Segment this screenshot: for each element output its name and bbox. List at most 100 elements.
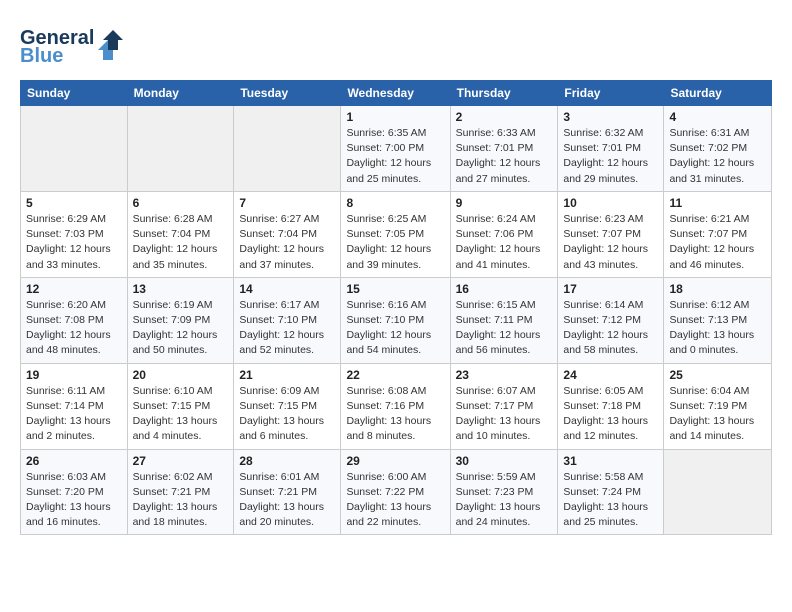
day-cell: 6Sunrise: 6:28 AM Sunset: 7:04 PM Daylig… xyxy=(127,191,234,277)
day-cell xyxy=(21,106,128,192)
day-info: Sunrise: 6:15 AM Sunset: 7:11 PM Dayligh… xyxy=(456,298,553,359)
day-info: Sunrise: 6:20 AM Sunset: 7:08 PM Dayligh… xyxy=(26,298,122,359)
calendar-table: SundayMondayTuesdayWednesdayThursdayFrid… xyxy=(20,80,772,535)
day-cell: 9Sunrise: 6:24 AM Sunset: 7:06 PM Daylig… xyxy=(450,191,558,277)
day-number: 12 xyxy=(26,282,122,296)
day-number: 18 xyxy=(669,282,766,296)
day-cell: 23 Sunrise: 6:07 AM Sunset: 7:17 PM Dayli… xyxy=(450,363,558,449)
weekday-tuesday: Tuesday xyxy=(234,81,341,106)
day-cell: 19 Sunrise: 6:11 AM Sunset: 7:14 PM Dayli… xyxy=(21,363,128,449)
day-number: 17 xyxy=(563,282,658,296)
day-number: 11 xyxy=(669,196,766,210)
day-cell: 11 Sunrise: 6:21 AM Sunset: 7:07 PM Dayli… xyxy=(664,191,772,277)
day-cell: 3Sunrise: 6:32 AM Sunset: 7:01 PM Daylig… xyxy=(558,106,664,192)
day-info: Sunrise: 6:33 AM Sunset: 7:01 PM Dayligh… xyxy=(456,126,553,187)
day-info: Sunrise: 6:28 AM Sunset: 7:04 PM Dayligh… xyxy=(133,212,229,273)
weekday-friday: Friday xyxy=(558,81,664,106)
week-row-5: 26 Sunrise: 6:03 AM Sunset: 7:20 PM Dayli… xyxy=(21,449,772,535)
day-cell: 5 Sunrise: 6:29 AM Sunset: 7:03 PM Daylig… xyxy=(21,191,128,277)
day-info: Sunrise: 6:12 AM Sunset: 7:13 PM Dayligh… xyxy=(669,298,766,359)
day-cell: 14Sunrise: 6:17 AM Sunset: 7:10 PM Dayli… xyxy=(234,277,341,363)
day-info: Sunrise: 6:23 AM Sunset: 7:07 PM Dayligh… xyxy=(563,212,658,273)
day-cell: 30 Sunrise: 5:59 AM Sunset: 7:23 PM Dayli… xyxy=(450,449,558,535)
day-number: 31 xyxy=(563,454,658,468)
day-cell: 22 Sunrise: 6:08 AM Sunset: 7:16 PM Dayli… xyxy=(341,363,450,449)
day-number: 29 xyxy=(346,454,444,468)
day-number: 28 xyxy=(239,454,335,468)
day-number: 8 xyxy=(346,196,444,210)
day-info: Sunrise: 6:04 AM Sunset: 7:19 PM Dayligh… xyxy=(669,384,766,445)
day-info: Sunrise: 6:08 AM Sunset: 7:16 PM Dayligh… xyxy=(346,384,444,445)
day-cell: 2 Sunrise: 6:33 AM Sunset: 7:01 PM Daylig… xyxy=(450,106,558,192)
day-cell: 25 Sunrise: 6:04 AM Sunset: 7:19 PM Dayli… xyxy=(664,363,772,449)
week-row-4: 19 Sunrise: 6:11 AM Sunset: 7:14 PM Dayli… xyxy=(21,363,772,449)
day-number: 22 xyxy=(346,368,444,382)
day-cell: 20 Sunrise: 6:10 AM Sunset: 7:15 PM Dayli… xyxy=(127,363,234,449)
week-row-2: 5 Sunrise: 6:29 AM Sunset: 7:03 PM Daylig… xyxy=(21,191,772,277)
day-cell: 26 Sunrise: 6:03 AM Sunset: 7:20 PM Dayli… xyxy=(21,449,128,535)
day-info: Sunrise: 6:03 AM Sunset: 7:20 PM Dayligh… xyxy=(26,470,122,531)
day-number: 27 xyxy=(133,454,229,468)
day-cell: 10Sunrise: 6:23 AM Sunset: 7:07 PM Dayli… xyxy=(558,191,664,277)
day-number: 7 xyxy=(239,196,335,210)
day-number: 20 xyxy=(133,368,229,382)
day-info: Sunrise: 6:09 AM Sunset: 7:15 PM Dayligh… xyxy=(239,384,335,445)
day-number: 24 xyxy=(563,368,658,382)
day-cell xyxy=(234,106,341,192)
day-cell: 13Sunrise: 6:19 AM Sunset: 7:09 PM Dayli… xyxy=(127,277,234,363)
day-info: Sunrise: 6:11 AM Sunset: 7:14 PM Dayligh… xyxy=(26,384,122,445)
day-info: Sunrise: 6:00 AM Sunset: 7:22 PM Dayligh… xyxy=(346,470,444,531)
day-number: 30 xyxy=(456,454,553,468)
day-cell: 4 Sunrise: 6:31 AM Sunset: 7:02 PM Daylig… xyxy=(664,106,772,192)
weekday-header-row: SundayMondayTuesdayWednesdayThursdayFrid… xyxy=(21,81,772,106)
week-row-3: 12 Sunrise: 6:20 AM Sunset: 7:08 PM Dayli… xyxy=(21,277,772,363)
day-info: Sunrise: 6:01 AM Sunset: 7:21 PM Dayligh… xyxy=(239,470,335,531)
day-info: Sunrise: 6:05 AM Sunset: 7:18 PM Dayligh… xyxy=(563,384,658,445)
day-info: Sunrise: 6:07 AM Sunset: 7:17 PM Dayligh… xyxy=(456,384,553,445)
weekday-sunday: Sunday xyxy=(21,81,128,106)
day-cell: 21 Sunrise: 6:09 AM Sunset: 7:15 PM Dayli… xyxy=(234,363,341,449)
day-cell: 7 Sunrise: 6:27 AM Sunset: 7:04 PM Daylig… xyxy=(234,191,341,277)
day-info: Sunrise: 6:10 AM Sunset: 7:15 PM Dayligh… xyxy=(133,384,229,445)
day-number: 26 xyxy=(26,454,122,468)
weekday-monday: Monday xyxy=(127,81,234,106)
day-info: Sunrise: 6:35 AM Sunset: 7:00 PM Dayligh… xyxy=(346,126,444,187)
day-info: Sunrise: 6:31 AM Sunset: 7:02 PM Dayligh… xyxy=(669,126,766,187)
day-number: 15 xyxy=(346,282,444,296)
day-number: 19 xyxy=(26,368,122,382)
day-number: 21 xyxy=(239,368,335,382)
day-info: Sunrise: 6:16 AM Sunset: 7:10 PM Dayligh… xyxy=(346,298,444,359)
day-info: Sunrise: 6:14 AM Sunset: 7:12 PM Dayligh… xyxy=(563,298,658,359)
day-cell: 16Sunrise: 6:15 AM Sunset: 7:11 PM Dayli… xyxy=(450,277,558,363)
day-cell: 27Sunrise: 6:02 AM Sunset: 7:21 PM Dayli… xyxy=(127,449,234,535)
day-info: Sunrise: 6:29 AM Sunset: 7:03 PM Dayligh… xyxy=(26,212,122,273)
day-number: 1 xyxy=(346,110,444,124)
day-number: 23 xyxy=(456,368,553,382)
day-cell: 15 Sunrise: 6:16 AM Sunset: 7:10 PM Dayli… xyxy=(341,277,450,363)
day-info: Sunrise: 6:27 AM Sunset: 7:04 PM Dayligh… xyxy=(239,212,335,273)
day-cell: 17 Sunrise: 6:14 AM Sunset: 7:12 PM Dayli… xyxy=(558,277,664,363)
day-number: 2 xyxy=(456,110,553,124)
page-container: General Blue SundayMondayTuesdayWednesda… xyxy=(0,0,792,549)
day-cell: 1 Sunrise: 6:35 AM Sunset: 7:00 PM Daylig… xyxy=(341,106,450,192)
day-info: Sunrise: 6:32 AM Sunset: 7:01 PM Dayligh… xyxy=(563,126,658,187)
day-cell: 8Sunrise: 6:25 AM Sunset: 7:05 PM Daylig… xyxy=(341,191,450,277)
day-info: Sunrise: 5:58 AM Sunset: 7:24 PM Dayligh… xyxy=(563,470,658,531)
day-cell: 12 Sunrise: 6:20 AM Sunset: 7:08 PM Dayli… xyxy=(21,277,128,363)
logo-text: General Blue xyxy=(20,22,130,72)
day-cell xyxy=(127,106,234,192)
day-number: 9 xyxy=(456,196,553,210)
weekday-thursday: Thursday xyxy=(450,81,558,106)
day-number: 5 xyxy=(26,196,122,210)
day-cell: 24 Sunrise: 6:05 AM Sunset: 7:18 PM Dayli… xyxy=(558,363,664,449)
day-info: Sunrise: 5:59 AM Sunset: 7:23 PM Dayligh… xyxy=(456,470,553,531)
svg-text:Blue: Blue xyxy=(20,45,63,67)
day-info: Sunrise: 6:19 AM Sunset: 7:09 PM Dayligh… xyxy=(133,298,229,359)
day-info: Sunrise: 6:21 AM Sunset: 7:07 PM Dayligh… xyxy=(669,212,766,273)
logo: General Blue xyxy=(20,22,130,72)
day-number: 14 xyxy=(239,282,335,296)
day-number: 25 xyxy=(669,368,766,382)
week-row-1: 1 Sunrise: 6:35 AM Sunset: 7:00 PM Daylig… xyxy=(21,106,772,192)
day-number: 4 xyxy=(669,110,766,124)
header: General Blue xyxy=(20,18,772,72)
